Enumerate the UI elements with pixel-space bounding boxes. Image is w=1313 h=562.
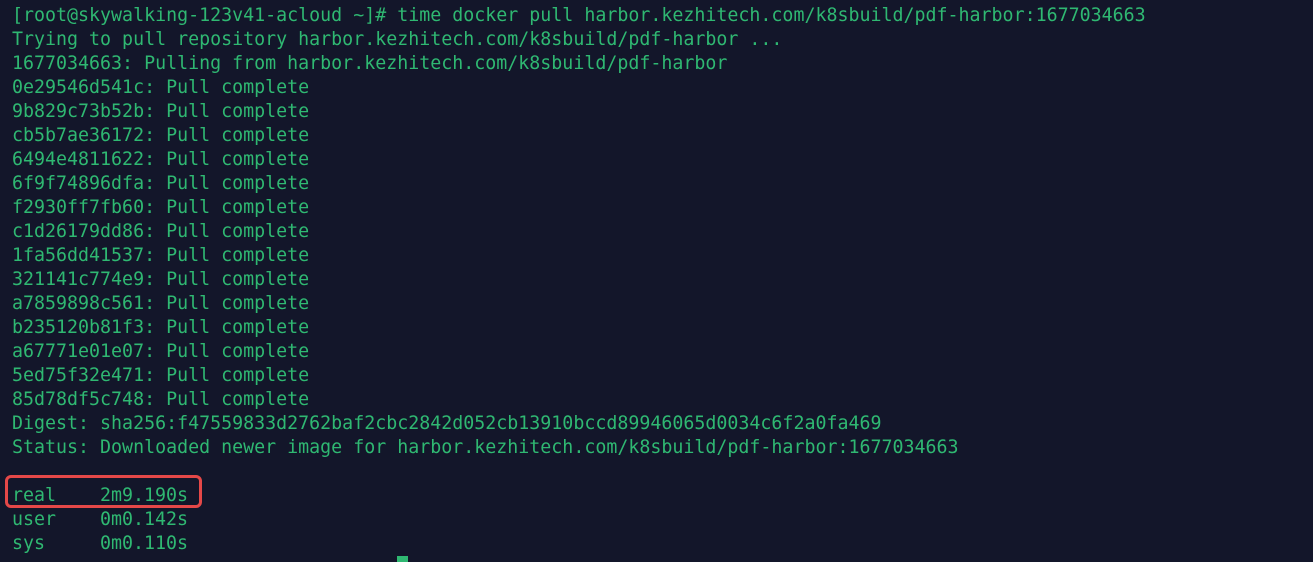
digest-line: Digest: sha256:f47559833d2762baf2cbc2842…: [12, 413, 882, 434]
text-cursor: [397, 556, 408, 562]
layer-line: 0e29546d541c: Pull complete: [12, 77, 310, 98]
layer-line: 6494e4811622: Pull complete: [12, 149, 310, 170]
layer-line: 85d78df5c748: Pull complete: [12, 389, 310, 410]
timing-sys-value: 0m0.110s: [100, 533, 189, 554]
layer-line: 1fa56dd41537: Pull complete: [12, 245, 310, 266]
layer-line: 9b829c73b52b: Pull complete: [12, 101, 310, 122]
timing-user-label: user: [12, 509, 57, 530]
timing-real: real 2m9.190s: [12, 484, 1313, 508]
status-line: Status: Downloaded newer image for harbo…: [12, 437, 959, 458]
layer-line: 321141c774e9: Pull complete: [12, 269, 310, 290]
layer-line: 5ed75f32e471: Pull complete: [12, 365, 310, 386]
command-line: [root@skywalking-123v41-acloud ~]# time …: [12, 5, 1146, 26]
terminal-window[interactable]: [root@skywalking-123v41-acloud ~]# time …: [0, 0, 1313, 562]
output-line-trying: Trying to pull repository harbor.kezhite…: [12, 29, 783, 50]
layer-line: f2930ff7fb60: Pull complete: [12, 197, 310, 218]
layer-line: a7859898c561: Pull complete: [12, 293, 310, 314]
timing-user-value: 0m0.142s: [100, 509, 189, 530]
layer-line: cb5b7ae36172: Pull complete: [12, 125, 310, 146]
layer-line: c1d26179dd86: Pull complete: [12, 221, 310, 242]
highlight-box: [5, 475, 202, 508]
layer-line: 6f9f74896dfa: Pull complete: [12, 173, 310, 194]
output-line-pulling: 1677034663: Pulling from harbor.kezhitec…: [12, 53, 728, 74]
timing-user: user 0m0.142s: [12, 508, 1313, 532]
layer-line: a67771e01e07: Pull complete: [12, 341, 310, 362]
timing-sys-label: sys: [12, 533, 46, 554]
layer-line: b235120b81f3: Pull complete: [12, 317, 310, 338]
timing-sys: sys 0m0.110s: [12, 532, 1313, 556]
